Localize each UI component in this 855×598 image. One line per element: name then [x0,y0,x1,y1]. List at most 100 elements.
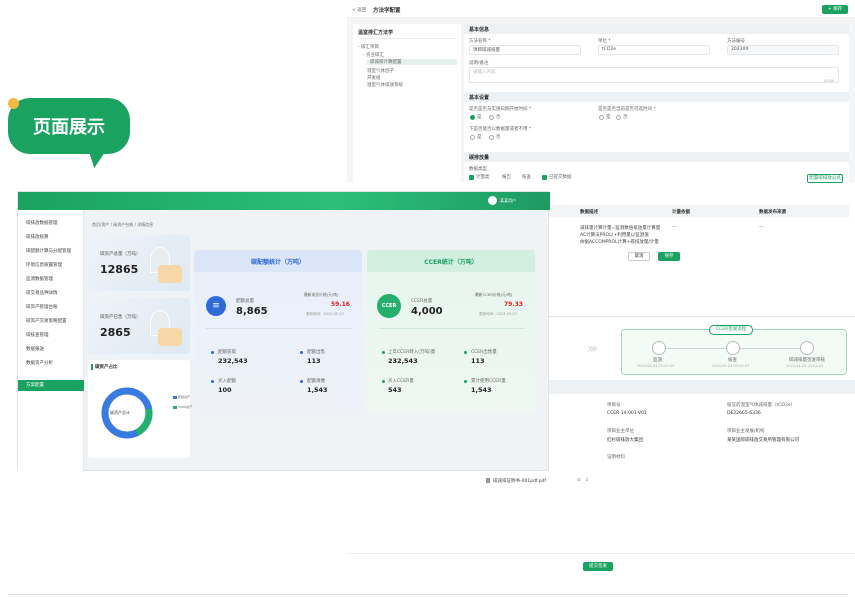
field-value: CCER-14-001-V01 [607,411,647,416]
detail-title: 方法学配置 [373,8,401,14]
radio-no[interactable] [616,115,621,120]
unit-select[interactable]: tCO2e [598,45,710,55]
radio-no-label: 否 [496,115,501,120]
radio-no[interactable] [489,135,494,140]
calc-header: 碳排放量 [464,152,849,162]
formula-table: 数据描述 计量依据 数据发布来源 减排量计算计量=监测数值排放量计算量 AC计算… [549,205,849,265]
metric-dot [211,380,214,383]
ccer-total-value: 4,000 [411,306,443,317]
quota-metric-label: 配额获取 [218,350,236,355]
sidebar-item[interactable]: 碳排放核算 [26,234,49,240]
monitor-icon [652,341,666,355]
radio-yes-checked[interactable] [470,115,475,120]
download-icon[interactable]: ⇩ [585,478,589,483]
ccer-metric-label: 上年CCER转入(万吨)量 [388,350,436,355]
user-name[interactable]: 某某用户 [500,198,516,204]
setting-question-2: 是否是否当前是否可选时间 * [598,107,656,112]
quota-metric-label: 买入配额 [218,379,236,384]
unit-label: 单位 * [598,39,611,44]
setting-question-3: 下是否能否以数据量或者不用 * [469,127,532,132]
name-input[interactable]: 项目碳减排量 [469,45,581,55]
ccer-divider [379,328,525,329]
calc-option: 计量类 [476,175,490,180]
issue-icon [800,341,814,355]
flow-step-date: 2024-04-05 03:04:03 [786,364,824,368]
confirm-button[interactable]: 保存 [658,252,680,261]
legend-swatch-green [173,406,177,409]
top-save-button[interactable]: + 保存 [822,5,848,14]
flow-step-label: 监测 [653,358,662,363]
project-info-header [549,380,855,394]
tree-item[interactable]: - 碳汇项目 [358,44,379,50]
basic-info-header: 基本信息 [464,24,849,34]
donut-center-label: 碳资产总计 [110,410,130,415]
quota-metric-value: 100 [218,386,232,394]
radio-yes[interactable] [470,135,475,140]
desc-label: 说明/备注 [469,61,489,66]
name-label: 方法名称 * [469,39,491,44]
sidebar-item[interactable]: 碳交易品种详情 [26,290,58,296]
quota-metric-value: 113 [307,357,321,365]
back-link[interactable]: < 返回 [352,7,366,13]
dashboard-topbar: 某某用户 [18,192,550,210]
calc-option[interactable]: 报告 [502,174,511,180]
metric-dot [300,351,303,354]
cancel-button[interactable]: 取消 [628,252,650,261]
table-cell: — [759,225,764,230]
config-formula-button[interactable]: 配置碳排放公式 [807,174,843,183]
ccer-metric-value: 543 [388,386,402,394]
tree-item-active[interactable]: 碳减排计算配置 [367,59,457,65]
tree-item[interactable]: 温室气体因子 [367,68,394,74]
asset-sold-label: 碳资产已售（万吨） [100,315,141,320]
sidebar-item[interactable]: 碳资产管理台账 [26,304,58,310]
code-input[interactable]: 2023XX [727,45,839,55]
sidebar-item[interactable]: 监测数据管理 [26,276,53,282]
view-icon[interactable]: ⊙ [577,478,581,483]
metric-dot [382,351,385,354]
ccer-stats-card: CCER统计（万吨） CCER CCER总量 4,000 最新CCER价格(元/… [367,250,535,414]
desc-textarea[interactable]: 请输入内容 [469,67,839,83]
sidebar-item[interactable]: 碳排放数据管理 [26,220,58,226]
coin-stack-icon [158,328,182,346]
sidebar-item[interactable]: 环境信息披露管理 [26,262,62,268]
field-label: 项目号 [607,403,621,408]
donut-title: 碳资产占比 [91,364,118,370]
sidebar-item-active[interactable]: 方案配置 [18,380,84,391]
sidebar-item[interactable]: 数据报送 [26,346,44,352]
ccer-icon: CCER [377,294,401,318]
quota-total-label: 配额总量 [236,299,254,304]
radio-no[interactable] [489,115,494,120]
field-value: DE22665-6336 [727,411,761,416]
field-label: 核证的温室气体减排量（tCO2e） [727,403,796,408]
asset-total-label: 碳资产总量（万吨） [100,252,141,257]
sidebar-item[interactable]: 碳资产交易策略配置 [26,318,67,324]
checkbox-checked[interactable] [542,175,547,180]
quota-stats-card: 碳配额统计（万吨） ≡ 配额总量 8,865 最新成交价格(元/吨) 59.16… [194,250,362,414]
user-avatar[interactable] [488,196,497,205]
project-info-panel: 项目号 CCER-14-001-V01 核证的温室气体减排量（tCO2e） DE… [549,380,855,555]
ccer-flow-panel: ››› CCER签发流程 监测 核查 碳减排量签发审核 2024-04-03 0… [549,316,855,380]
tree-divider [358,38,456,39]
sidebar-item[interactable]: 碳配额计算与分配管理 [26,248,71,254]
flow-step-label: 核查 [728,358,737,363]
tree-item[interactable]: 温室气体排放系统 [367,82,403,88]
sidebar-item[interactable]: 数据资产分析 [26,360,53,366]
ccer-total-label: CCER总量 [411,299,433,304]
dashboard-window: 某某用户 碳排放数据管理 碳排放核算 碳配额计算与分配管理 环境信息披露管理 监… [17,191,550,472]
quota-total-value: 8,865 [236,306,268,317]
tree-item[interactable]: 开发组 [367,75,381,81]
bottom-divider [347,553,855,554]
quota-metric-label: 配额出售 [307,350,325,355]
checkbox-checked[interactable] [469,175,474,180]
table-cell: — [672,225,677,230]
radio-yes[interactable] [599,115,604,120]
sidebar-item[interactable]: 碳核查管理 [26,332,49,338]
radio-yes-label: 是 [477,115,482,120]
flow-step-label: 碳减排量签发审核 [789,358,825,363]
ccer-title: CCER统计（万吨） [424,259,478,266]
attachment-link[interactable]: 碳减排证明书-001pdf.pdf [493,478,546,484]
calc-option[interactable]: 核查 [522,174,531,180]
tree-item[interactable]: - 农业碳汇 [363,52,384,58]
ccer-price-value: 79.33 [504,301,523,308]
submit-issue-button[interactable]: 提交签发 [583,562,613,571]
